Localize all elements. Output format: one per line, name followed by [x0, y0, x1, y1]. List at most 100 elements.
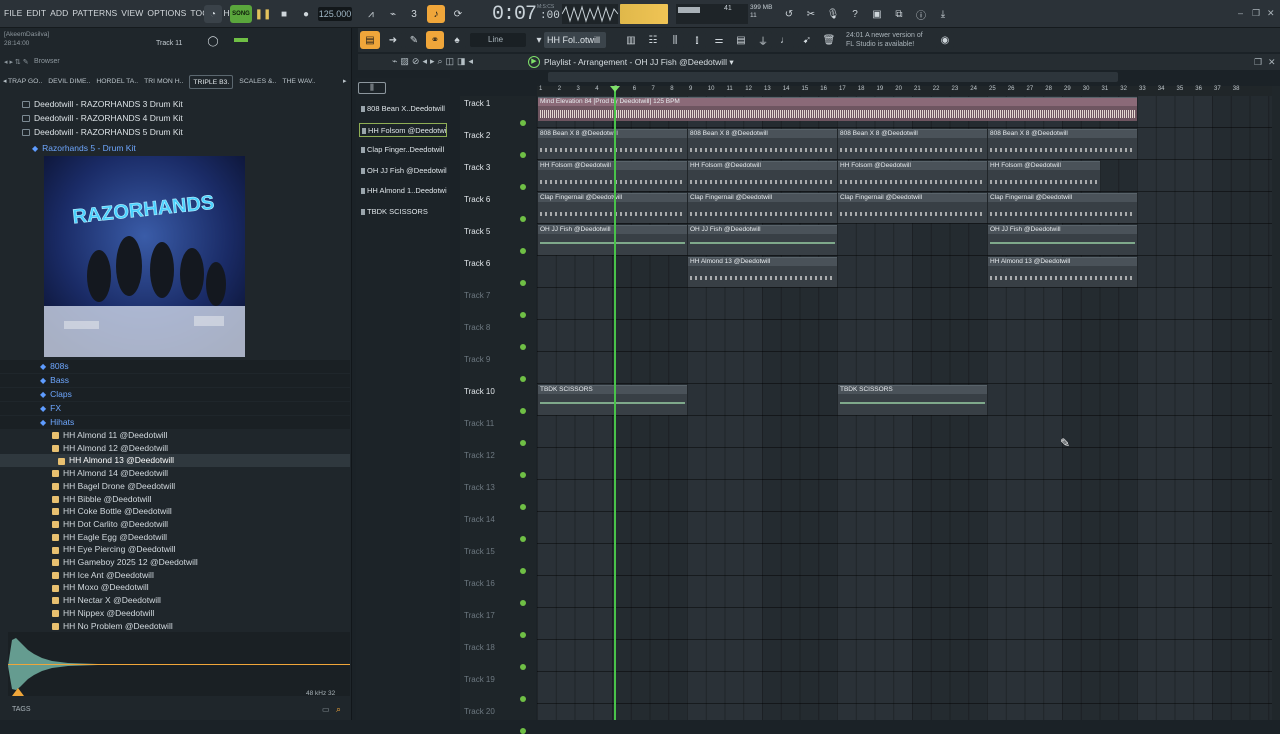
channel-rack-icon[interactable]: ☷ — [644, 31, 662, 49]
track-name[interactable]: Track 10 — [464, 387, 495, 396]
tabs-left-arrow-icon[interactable]: ◂ — [3, 77, 7, 85]
folder-item[interactable]: Deedotwill - RAZORHANDS 4 Drum Kit — [0, 112, 350, 125]
wait-input-icon[interactable]: ⌁ — [384, 5, 402, 23]
pattern-clip[interactable]: Clap Fingernail @Deedotwill — [688, 193, 837, 223]
pattern-clip[interactable]: 808 Bean X 8 @Deedotwill — [838, 129, 987, 159]
export-icon[interactable]: ⤓ — [934, 5, 952, 23]
track-name[interactable]: Track 3 — [464, 163, 490, 172]
subfolder-item[interactable]: ◆ Hihats — [0, 416, 350, 429]
sample-file-item[interactable]: HH Almond 12 @Deedotwill — [0, 442, 350, 455]
plugin-icon[interactable]: ⫾ — [688, 31, 706, 49]
search-icon[interactable]: ⌕ — [336, 704, 341, 715]
play-button[interactable]: ❚❚ — [254, 5, 272, 23]
tabs-right-arrow-icon[interactable]: ▸ — [343, 77, 347, 85]
record-mode-icon[interactable]: ◔ — [204, 5, 222, 23]
track-enable-led[interactable] — [520, 728, 526, 734]
preview-start-marker[interactable] — [12, 688, 24, 696]
track-enable-led[interactable] — [520, 696, 526, 702]
arrow-right-icon[interactable]: ➜ — [384, 31, 402, 49]
folder-icon[interactable]: ▭ — [322, 705, 330, 714]
update-hint[interactable]: 24:01 A newer version of FL Studio is av… — [846, 31, 923, 49]
track-name[interactable]: Track 2 — [464, 131, 490, 140]
track-name[interactable]: Track 1 — [464, 99, 490, 108]
main-volume-knob[interactable]: ◯ — [204, 32, 222, 50]
track-enable-led[interactable] — [520, 152, 526, 158]
pattern-clip[interactable]: HH Folsom @Deedotwill — [988, 161, 1100, 191]
menu-patterns[interactable]: PATTERNS — [72, 8, 117, 18]
track-name[interactable]: Track 8 — [464, 323, 490, 332]
channel-button[interactable]: OH JJ Fish @Deedotwill — [359, 164, 447, 178]
track-name[interactable]: Track 5 — [464, 227, 490, 236]
track-enable-led[interactable] — [520, 312, 526, 318]
pattern-clip[interactable]: HH Folsom @Deedotwill — [688, 161, 837, 191]
pattern-clip[interactable]: Clap Fingernail @Deedotwill — [538, 193, 687, 223]
maximize-icon[interactable]: ❐ — [1252, 8, 1260, 19]
metronome-icon[interactable]: ⩘ — [362, 5, 380, 23]
browser-tab[interactable]: HORDEL TA.. — [96, 75, 138, 89]
track-name[interactable]: Track 11 — [464, 419, 494, 428]
sample-file-item[interactable]: HH Almond 13 @Deedotwill — [0, 454, 350, 468]
open-kit-item[interactable]: ◆ Razorhands 5 - Drum Kit — [0, 142, 350, 155]
tuner-icon[interactable]: ♩ — [776, 31, 794, 49]
track-name[interactable]: Track 19 — [464, 675, 495, 684]
track-name[interactable]: Track 17 — [464, 611, 495, 620]
stamp-icon[interactable]: ♠ — [448, 31, 466, 49]
track-enable-led[interactable] — [520, 536, 526, 542]
browser-tab[interactable]: DEVIL DIME.. — [48, 75, 90, 89]
stop-button[interactable]: ■ — [275, 5, 293, 23]
track-enable-led[interactable] — [520, 600, 526, 606]
sample-file-item[interactable]: HH Dot Carlito @Deedotwill — [0, 518, 350, 531]
microphone-icon[interactable]: 🎙 — [824, 5, 842, 23]
song-mode-toggle[interactable]: SONG — [230, 5, 252, 23]
pattern-clip[interactable]: OH JJ Fish @Deedotwill — [538, 225, 687, 255]
track-enable-led[interactable] — [520, 568, 526, 574]
browser-tab[interactable]: THE WAV.. — [282, 75, 315, 89]
track-name[interactable]: Track 7 — [464, 291, 490, 300]
sample-file-item[interactable]: HH Nectar X @Deedotwill — [0, 594, 350, 607]
track-name[interactable]: Track 6 — [464, 195, 490, 204]
channel-button[interactable]: Clap Finger..Deedotwill — [359, 143, 447, 157]
browser-tab[interactable]: TRAP GO.. — [8, 75, 42, 89]
browser-view-icon[interactable]: ▤ — [732, 31, 750, 49]
tempo-display[interactable]: 125.000 — [318, 7, 352, 21]
browser-tab[interactable]: TRI MON H.. — [144, 75, 183, 89]
subfolder-item[interactable]: ◆ Bass — [0, 374, 350, 387]
save-icon[interactable]: ▣ — [868, 5, 886, 23]
audio-clip[interactable]: Mind Elevation 84 [Prod by Deedotwill] 1… — [538, 97, 1137, 121]
folder-item[interactable]: Deedotwill - RAZORHANDS 3 Drum Kit — [0, 98, 350, 111]
fx-icon[interactable]: ➹ — [798, 31, 816, 49]
channel-button[interactable]: HH Almond 1..Deedotwill — [359, 184, 447, 198]
track-enable-led[interactable] — [520, 472, 526, 478]
sample-file-item[interactable]: HH No Problem @Deedotwill — [0, 620, 350, 633]
subfolder-item[interactable]: ◆ FX — [0, 402, 350, 415]
mixer-view-icon[interactable]: ⫼ — [666, 31, 684, 49]
folder-item[interactable]: Deedotwill - RAZORHANDS 5 Drum Kit — [0, 126, 350, 139]
pattern-clip[interactable]: HH Folsom @Deedotwill — [838, 161, 987, 191]
record-button[interactable]: ● — [297, 5, 315, 23]
pattern-select[interactable]: HH Fol..otwill — [544, 32, 606, 48]
browser-tab[interactable]: SCALES &.. — [239, 75, 276, 89]
playlist-close-icon[interactable]: ✕ — [1268, 57, 1276, 68]
track-enable-led[interactable] — [520, 376, 526, 382]
pattern-clip[interactable]: HH Folsom @Deedotwill — [538, 161, 687, 191]
sample-file-item[interactable]: HH Gameboy 2025 12 @Deedotwill — [0, 556, 350, 569]
menu-edit[interactable]: EDIT — [26, 8, 46, 18]
pattern-clip[interactable]: OH JJ Fish @Deedotwill — [988, 225, 1137, 255]
sample-file-item[interactable]: HH Bagel Drone @Deedotwill — [0, 480, 350, 493]
sample-file-item[interactable]: HH Coke Bottle @Deedotwill — [0, 505, 350, 518]
sample-file-item[interactable]: HH Bibble @Deedotwill — [0, 493, 350, 506]
menu-options[interactable]: OPTIONS — [147, 8, 186, 18]
track-enable-led[interactable] — [520, 440, 526, 446]
pattern-clip[interactable]: OH JJ Fish @Deedotwill — [688, 225, 837, 255]
track-enable-led[interactable] — [520, 344, 526, 350]
browser-tab[interactable]: TRIPLE B3. — [189, 75, 234, 89]
sample-file-item[interactable]: HH Almond 14 @Deedotwill — [0, 467, 350, 480]
pitch-slider[interactable] — [234, 38, 248, 42]
sample-file-item[interactable]: HH Nippex @Deedotwill — [0, 607, 350, 620]
pattern-clip[interactable]: TBDK SCISSORS — [838, 385, 987, 415]
subfolder-item[interactable]: ◆ Claps — [0, 388, 350, 401]
sample-file-item[interactable]: HH Eye Piercing @Deedotwill — [0, 543, 350, 556]
piano-roll-icon[interactable]: ▥ — [622, 31, 640, 49]
playlist-icon[interactable]: ▤ — [360, 31, 380, 49]
track-name[interactable]: Track 14 — [464, 515, 495, 524]
